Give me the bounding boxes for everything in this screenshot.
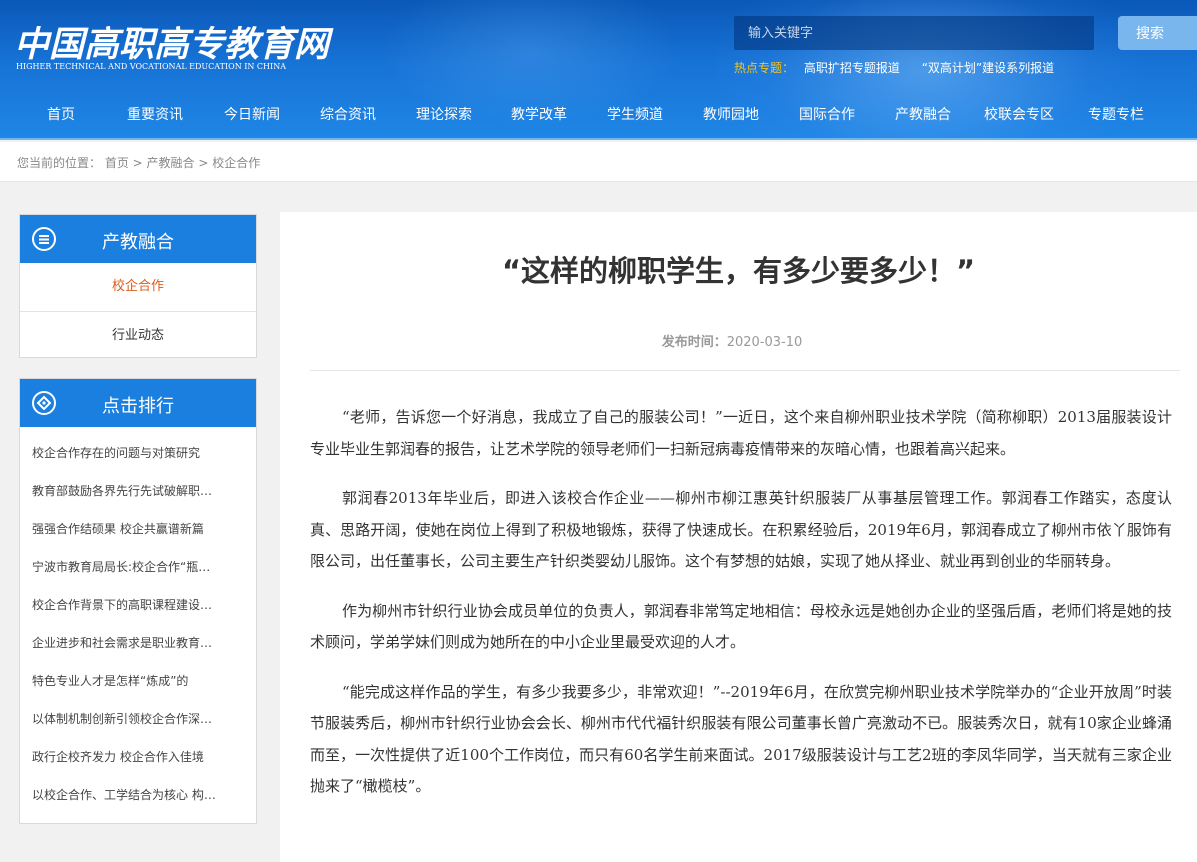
ranking-item[interactable]: 特色专业人才是怎样“炼成”的 (20, 662, 250, 700)
hot-topic-link-expansion[interactable]: 高职扩招专题报道 (804, 61, 900, 75)
sidebar-item-school-enterprise[interactable]: 校企合作 (20, 263, 256, 311)
sidebar-category-header: 产教融合 (20, 215, 256, 263)
breadcrumb-bar: 您当前的位置： 首页 > 产教融合 > 校企合作 (0, 142, 1197, 182)
article-title: “这样的柳职学生，有多少要多少！” (501, 254, 976, 288)
nav-item-teachers[interactable]: 教师园地 (703, 104, 759, 124)
article-panel: “这样的柳职学生，有多少要多少！” 发布时间：2020-03-10 “老师，告诉… (280, 212, 1197, 862)
search-input[interactable] (734, 16, 1094, 50)
site-logo[interactable]: 中国高职高专教育网 (14, 16, 329, 67)
ranking-icon (32, 391, 56, 415)
breadcrumb: 您当前的位置： 首页 > 产教融合 > 校企合作 (17, 154, 260, 171)
article-paragraph: “能完成这样作品的学生，有多少我要多少，非常欢迎！”--2019年6月，在欣赏完… (310, 682, 1172, 796)
article-paragraph: “老师，告诉您一个好消息，我成立了自己的服装公司！”一近日，这个来自柳州职业技术… (310, 408, 1172, 458)
nav-item-home[interactable]: 首页 (47, 104, 75, 124)
publish-date: 2020-03-10 (726, 335, 803, 350)
ranking-item[interactable]: 宁波市教育局局长:校企合作“瓶… (20, 548, 250, 586)
hot-topics-label: 热点专题： (734, 61, 795, 75)
nav-item-today-news[interactable]: 今日新闻 (224, 104, 280, 124)
nav-item-teaching-reform[interactable]: 教学改革 (511, 104, 567, 124)
article-meta: 发布时间：2020-03-10 (280, 331, 1184, 350)
menu-icon (32, 227, 56, 251)
nav-item-general-news[interactable]: 综合资讯 (320, 104, 376, 124)
nav-item-industry-education[interactable]: 产教融合 (895, 104, 951, 124)
ranking-list: 校企合作存在的问题与对策研究 教育部鼓励各界先行先试破解职… 强强合作结硕果 校… (20, 427, 256, 814)
breadcrumb-category[interactable]: 产教融合 (147, 156, 195, 170)
breadcrumb-separator: > (194, 156, 213, 170)
hot-topic-link-double-high[interactable]: “双高计划”建设系列报道 (922, 61, 1054, 75)
nav-item-special-topics[interactable]: 专题专栏 (1088, 104, 1144, 124)
sidebar-category-title: 产教融合 (102, 232, 174, 253)
site-header: 中国高职高专教育网 HIGHER TECHNICAL AND VOCATIONA… (0, 0, 1197, 140)
ranking-item[interactable]: 强强合作结硕果 校企共赢谱新篇 (20, 510, 250, 548)
publish-date-label: 发布时间： (661, 335, 727, 350)
sidebar-item-industry-news[interactable]: 行业动态 (20, 311, 256, 359)
hot-topics: 热点专题： 高职扩招专题报道 “双高计划”建设系列报道 (734, 59, 1072, 76)
breadcrumb-separator: > (128, 156, 147, 170)
ranking-item[interactable]: 校企合作背景下的高职课程建设… (20, 586, 250, 624)
header-bottom-line (0, 138, 1197, 140)
breadcrumb-home[interactable]: 首页 (105, 156, 129, 170)
nav-item-students[interactable]: 学生频道 (607, 104, 663, 124)
article-body: “老师，告诉您一个好消息，我成立了自己的服装公司！”一近日，这个来自柳州职业技术… (310, 402, 1172, 821)
article-divider (310, 370, 1180, 371)
ranking-item[interactable]: 以体制机制创新引领校企合作深… (20, 700, 250, 738)
nav-item-alliance[interactable]: 校联会专区 (984, 104, 1054, 124)
site-logo-subtitle: HIGHER TECHNICAL AND VOCATIONAL EDUCATIO… (16, 62, 286, 71)
ranking-item[interactable]: 政行企校齐发力 校企合作入佳境 (20, 738, 250, 776)
ranking-item[interactable]: 以校企合作、工学结合为核心 构… (20, 776, 250, 814)
sidebar-ranking-title: 点击排行 (102, 396, 174, 417)
sidebar-category-box: 产教融合 校企合作 行业动态 (19, 214, 257, 358)
breadcrumb-prefix: 您当前的位置： (17, 156, 102, 170)
nav-item-theory[interactable]: 理论探索 (416, 104, 472, 124)
search-button[interactable]: 搜索 (1118, 16, 1197, 50)
sidebar-ranking-box: 点击排行 校企合作存在的问题与对策研究 教育部鼓励各界先行先试破解职… 强强合作… (19, 378, 257, 824)
nav-item-important-news[interactable]: 重要资讯 (127, 104, 183, 124)
ranking-item[interactable]: 教育部鼓励各界先行先试破解职… (20, 472, 250, 510)
ranking-item[interactable]: 校企合作存在的问题与对策研究 (20, 434, 250, 472)
article-paragraph: 郭润春2013年毕业后，即进入该校合作企业——柳州市柳江惠英针织服装厂从事基层管… (310, 489, 1172, 570)
main-nav: 首页 重要资讯 今日新闻 综合资讯 理论探索 教学改革 学生频道 教师园地 国际… (0, 96, 1197, 136)
ranking-item[interactable]: 企业进步和社会需求是职业教育… (20, 624, 250, 662)
nav-item-international[interactable]: 国际合作 (799, 104, 855, 124)
article-paragraph: 作为柳州市针织行业协会成员单位的负责人，郭润春非常笃定地相信：母校永远是她创办企… (310, 601, 1172, 652)
breadcrumb-current[interactable]: 校企合作 (212, 156, 260, 170)
sidebar-ranking-header: 点击排行 (20, 379, 256, 427)
